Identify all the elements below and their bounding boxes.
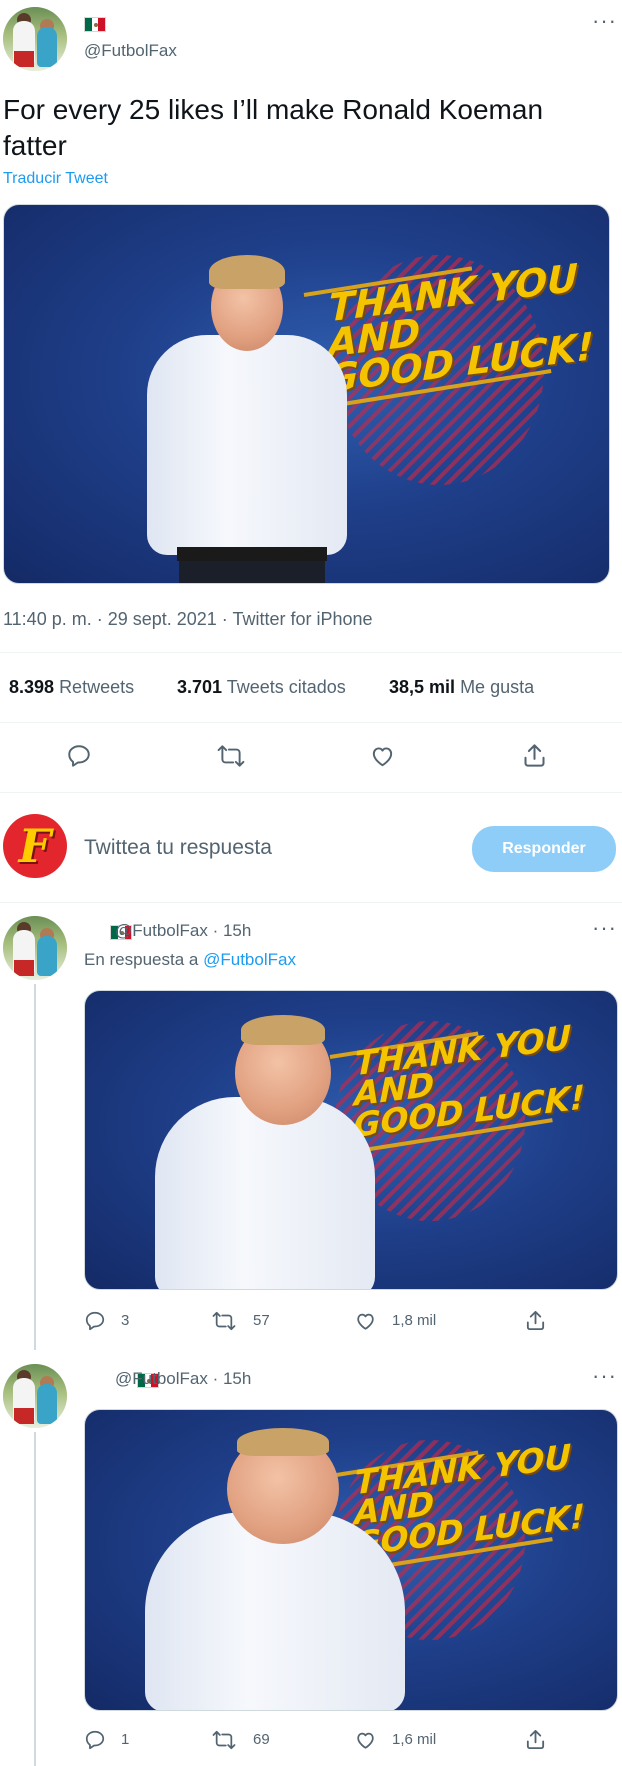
divider: [0, 652, 622, 653]
reply-icon[interactable]: [66, 743, 92, 769]
like-icon[interactable]: [369, 743, 396, 769]
like-count: 1,6 mil: [392, 1731, 437, 1748]
divider: [0, 792, 622, 793]
man-in-white-shirt-figure: [129, 245, 369, 583]
reply-input[interactable]: Twittea tu respuesta: [84, 836, 272, 860]
like-icon[interactable]: [354, 1310, 377, 1332]
reply-author-avatar[interactable]: [3, 916, 67, 980]
retweet-count: 57: [253, 1312, 270, 1329]
divider: [0, 722, 622, 723]
thread-line: [34, 984, 36, 1350]
reply-author-avatar[interactable]: [3, 1364, 67, 1428]
reply-icon[interactable]: [84, 1310, 106, 1332]
divider: [0, 902, 622, 903]
replying-to-line: En respuesta a @FutbolFax: [84, 950, 296, 969]
reply-media[interactable]: THANK YOU AND GOOD LUCK!: [84, 1409, 618, 1711]
composer-avatar-letter: F: [18, 819, 52, 873]
reply-count: 1: [121, 1731, 130, 1748]
reply-count: 3: [121, 1312, 130, 1329]
tweet-text: For every 25 likes I’ll make Ronald Koem…: [3, 94, 544, 161]
tweet-media[interactable]: THANK YOU AND GOOD LUCK!: [3, 204, 610, 584]
reply-media[interactable]: THANK YOU AND GOOD LUCK!: [84, 990, 618, 1290]
reply-button[interactable]: Responder: [472, 826, 616, 872]
very-enlarged-man-figure: [145, 1420, 415, 1710]
retweet-icon[interactable]: [217, 743, 245, 769]
enlarged-man-figure: [155, 1005, 395, 1289]
reply-time[interactable]: · 15h: [213, 1369, 252, 1388]
author-handle[interactable]: @FutbolFax: [84, 41, 177, 61]
reply-handle-line: @FutbolFax · 15h: [115, 1369, 251, 1389]
composer-avatar[interactable]: F: [3, 814, 67, 878]
stat-quote-tweets[interactable]: 3.701 Tweets citados: [177, 677, 346, 698]
retweet-icon[interactable]: [212, 1729, 236, 1751]
author-avatar[interactable]: [3, 7, 67, 71]
reply-handle-line: @FutbolFax · 15h: [115, 921, 251, 941]
more-options-icon[interactable]: ···: [592, 917, 620, 941]
share-icon[interactable]: [524, 1309, 547, 1332]
retweet-icon[interactable]: [212, 1310, 236, 1332]
thread-line: [34, 1432, 36, 1766]
reply-time[interactable]: · 15h: [213, 921, 252, 940]
reply-handle[interactable]: @FutbolFax: [115, 1369, 208, 1388]
tweet-timestamp[interactable]: 11:40 p. m. · 29 sept. 2021 · Twitter fo…: [3, 609, 373, 630]
retweet-count: 69: [253, 1731, 270, 1748]
stat-likes[interactable]: 38,5 mil Me gusta: [389, 677, 534, 698]
replying-to-handle[interactable]: @FutbolFax: [203, 950, 296, 969]
reply-icon[interactable]: [84, 1729, 106, 1751]
more-options-icon[interactable]: ···: [592, 1365, 620, 1389]
more-options-icon[interactable]: ···: [592, 10, 620, 34]
reply-handle[interactable]: @FutbolFax: [115, 921, 208, 940]
mexico-flag-icon: [84, 17, 106, 33]
like-count: 1,8 mil: [392, 1312, 437, 1329]
stat-retweets[interactable]: 8.398 Retweets: [9, 677, 134, 698]
share-icon[interactable]: [521, 742, 548, 769]
translate-link[interactable]: Traducir Tweet: [3, 170, 108, 188]
share-icon[interactable]: [524, 1728, 547, 1751]
like-icon[interactable]: [354, 1729, 377, 1751]
